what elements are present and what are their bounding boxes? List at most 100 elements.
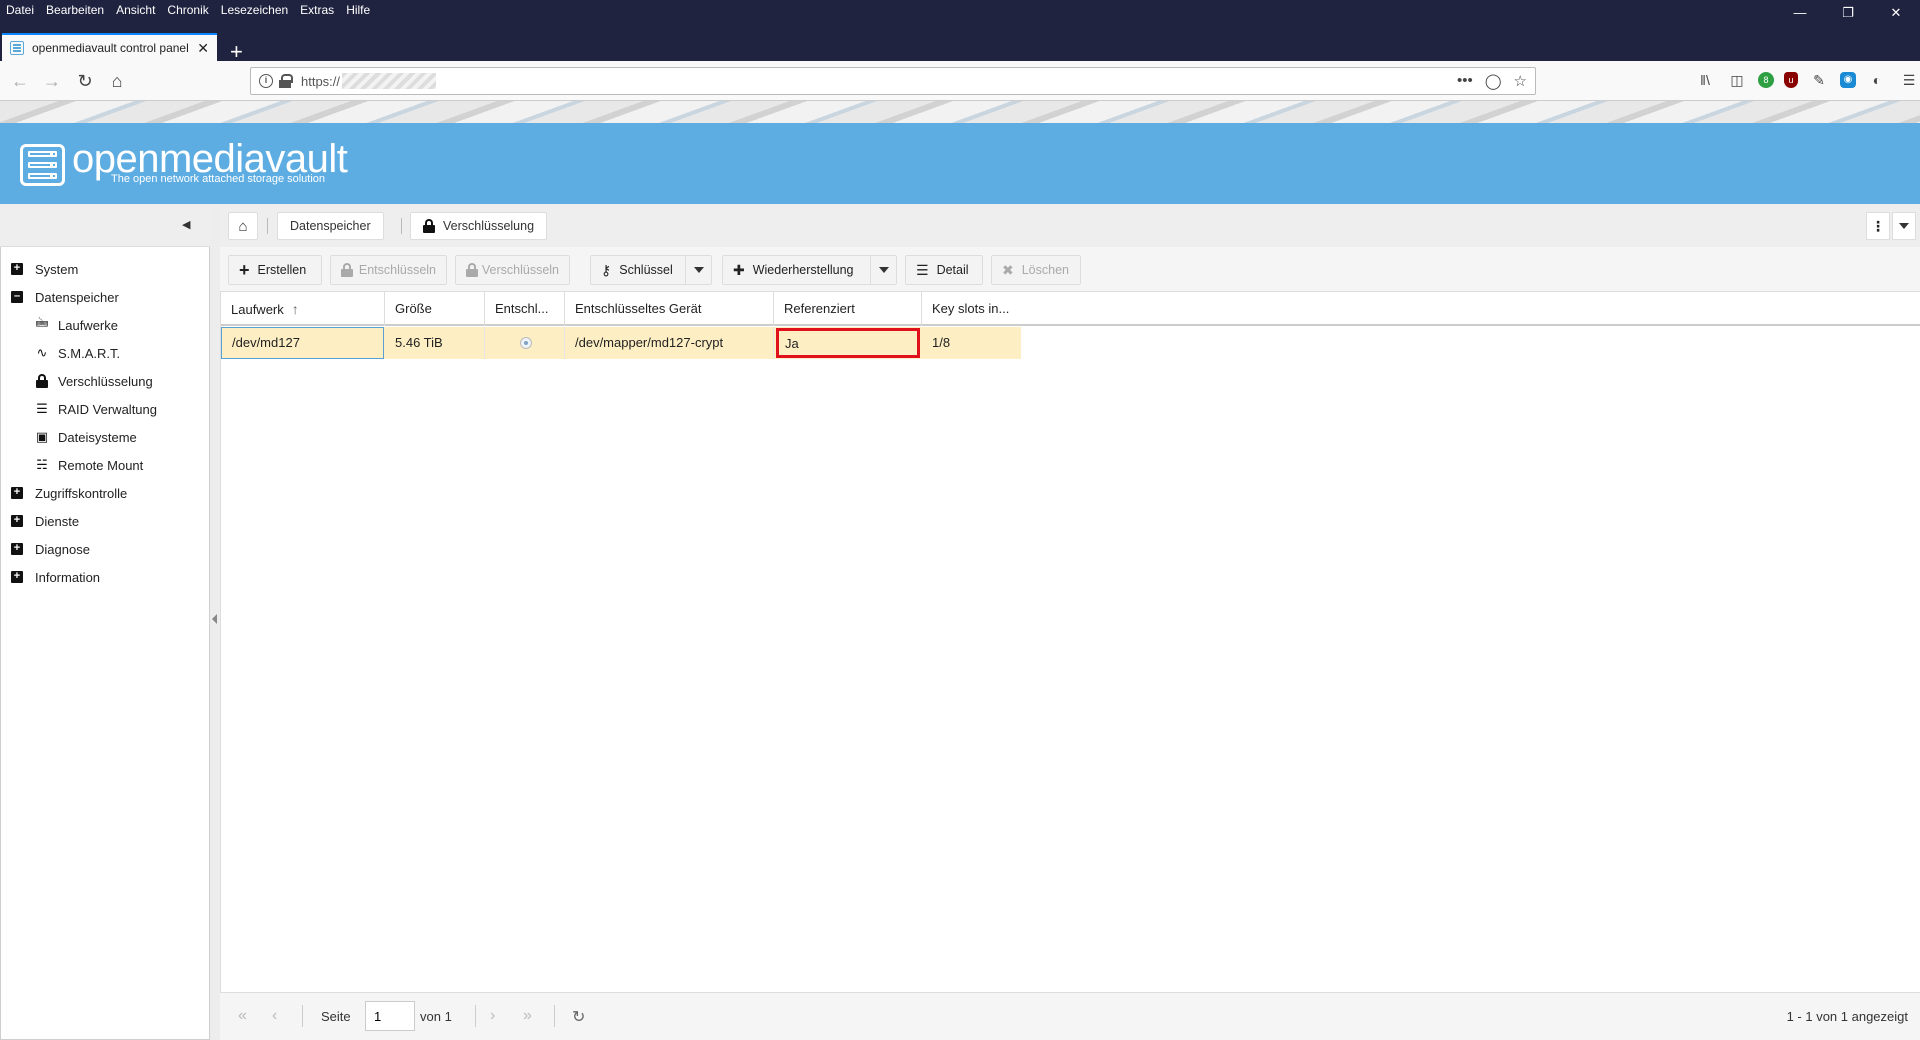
next-page-icon[interactable]: › <box>490 1007 495 1025</box>
forward-icon[interactable]: → <box>40 69 64 93</box>
info-icon[interactable]: i <box>259 74 273 88</box>
key-button[interactable]: ⚷ Schlüssel <box>590 255 712 285</box>
page-actions-icon[interactable]: ••• <box>1457 72 1473 90</box>
unlock-label: Entschlüsseln <box>358 263 436 277</box>
grid-toolbar: + Erstellen Entschlüsseln Verschlüsseln … <box>220 247 1920 292</box>
nav-item-information[interactable]: + Information <box>1 563 209 591</box>
column-header-entschluesseltes-geraet[interactable]: Entschlüsseltes Gerät <box>565 292 774 326</box>
restore-button[interactable]: ✚ Wiederherstellung <box>722 255 897 285</box>
column-header-referenziert[interactable]: Referenziert <box>774 292 922 326</box>
lock-icon <box>35 374 49 388</box>
nav-item-datenspeicher[interactable]: – Datenspeicher <box>1 283 209 311</box>
expand-icon[interactable]: + <box>11 515 23 527</box>
cell-unlocked[interactable] <box>485 327 565 359</box>
column-label: Entschlüsseltes Gerät <box>575 301 702 316</box>
omv-header: openmediavault The open network attached… <box>0 123 1920 204</box>
insecure-lock-icon[interactable] <box>279 74 293 88</box>
home-icon: ⌂ <box>238 217 248 235</box>
menu-bearbeiten[interactable]: Bearbeiten <box>40 3 110 17</box>
cell-size[interactable]: 5.46 TiB <box>385 327 485 359</box>
collapse-left-icon[interactable]: ◀ <box>182 218 192 232</box>
reload-icon[interactable]: ↻ <box>73 69 97 93</box>
breadcrumb-verschluesselung[interactable]: Verschlüsselung <box>410 212 548 240</box>
splitter-grip-icon[interactable] <box>212 614 217 624</box>
column-header-laufwerk[interactable]: Laufwerk ↑ <box>221 292 385 326</box>
cell-referenced[interactable]: Ja <box>776 328 920 358</box>
chevron-down-icon <box>878 267 889 273</box>
column-label: Referenziert <box>784 301 855 316</box>
paging-toolbar: « ‹ Seite von 1 › » ↻ 1 - 1 von 1 angeze… <box>220 992 1920 1040</box>
detail-button[interactable]: ☰ Detail <box>905 255 983 285</box>
panel-splitter[interactable] <box>210 204 220 1040</box>
nav-item-laufwerke[interactable]: 🖮 Laufwerke <box>1 311 209 339</box>
nav-item-remote-mount[interactable]: ☵ Remote Mount <box>1 451 209 479</box>
sidebar-icon[interactable]: ◫ <box>1726 69 1748 91</box>
paging-summary: 1 - 1 von 1 angezeigt <box>1786 1009 1908 1024</box>
library-icon[interactable]: ‖\ <box>1694 69 1716 91</box>
key-label: Schlüssel <box>619 263 673 277</box>
first-page-icon[interactable]: « <box>238 1007 247 1025</box>
delete-button[interactable]: ✖ Löschen <box>991 255 1081 285</box>
back-icon[interactable]: ← <box>8 69 32 93</box>
browser-tab[interactable]: openmediavault control panel ✕ <box>2 33 217 61</box>
ublock-icon[interactable]: u <box>1784 72 1798 88</box>
expand-icon[interactable]: + <box>11 571 23 583</box>
nav-item-diagnose[interactable]: + Diagnose <box>1 535 209 563</box>
cell-key-slots[interactable]: 1/8 <box>922 327 1021 359</box>
more-options-button[interactable]: ⋮ <box>1866 212 1890 240</box>
bookmark-star-icon[interactable]: ☆ <box>1514 72 1527 90</box>
menu-hilfe[interactable]: Hilfe <box>340 3 376 17</box>
extension-green-icon[interactable]: 8 <box>1758 72 1774 88</box>
menu-extras[interactable]: Extras <box>294 3 340 17</box>
pocket-icon[interactable]: ◯ <box>1485 72 1502 90</box>
expand-icon[interactable]: + <box>11 487 23 499</box>
hamburger-menu-icon[interactable]: ☰ <box>1898 69 1920 91</box>
menu-chronik[interactable]: Chronik <box>161 3 214 17</box>
menu-datei[interactable]: Datei <box>0 3 40 17</box>
nav-item-verschluesselung[interactable]: Verschlüsselung <box>1 367 209 395</box>
key-dropdown[interactable] <box>685 256 711 284</box>
extension-pen-icon[interactable]: ✎ <box>1808 69 1830 91</box>
column-header-groesse[interactable]: Größe <box>385 292 485 326</box>
options-dropdown-button[interactable] <box>1892 212 1916 240</box>
nav-item-raid[interactable]: ☰ RAID Verwaltung <box>1 395 209 423</box>
column-header-key-slots[interactable]: Key slots in... <box>922 292 1022 326</box>
network-icon: ☵ <box>36 457 48 472</box>
column-header-entschluesselt[interactable]: Entschl... <box>485 292 565 326</box>
expand-icon[interactable]: + <box>11 543 23 555</box>
nav-item-label: Datenspeicher <box>35 289 119 305</box>
create-button[interactable]: + Erstellen <box>228 255 322 285</box>
url-bar[interactable]: i https:// ••• ◯ ☆ <box>250 67 1536 95</box>
prev-page-icon[interactable]: ‹ <box>272 1007 277 1025</box>
nav-item-system[interactable]: + System <box>1 255 209 283</box>
app-subtitle: The open network attached storage soluti… <box>111 173 326 185</box>
extension-circle-icon[interactable]: ◐ <box>1866 69 1888 91</box>
page-number-input[interactable] <box>365 1001 415 1031</box>
lock-button[interactable]: Verschlüsseln <box>455 255 570 285</box>
restore-dropdown[interactable] <box>870 256 896 284</box>
nav-item-dateisysteme[interactable]: ▣ Dateisysteme <box>1 423 209 451</box>
extension-blue-icon[interactable]: ◉ <box>1840 72 1856 88</box>
menu-ansicht[interactable]: Ansicht <box>110 3 161 17</box>
tab-title: openmediavault control panel <box>32 41 189 55</box>
nav-item-smart[interactable]: ∿ S.M.A.R.T. <box>1 339 209 367</box>
refresh-icon[interactable]: ↻ <box>572 1007 585 1027</box>
tab-close-icon[interactable]: ✕ <box>197 40 209 57</box>
nav-item-dienste[interactable]: + Dienste <box>1 507 209 535</box>
cell-decrypted-device[interactable]: /dev/mapper/md127-crypt <box>565 327 774 359</box>
browser-theme-strip <box>0 101 1920 123</box>
lock-label: Verschlüsseln <box>481 263 559 277</box>
expand-icon[interactable]: + <box>11 263 23 275</box>
breadcrumb-home[interactable]: ⌂ <box>228 212 258 240</box>
menu-lesezeichen[interactable]: Lesezeichen <box>215 3 294 17</box>
home-icon[interactable]: ⌂ <box>105 69 129 93</box>
nav-item-zugriffskontrolle[interactable]: + Zugriffskontrolle <box>1 479 209 507</box>
nav-item-label: S.M.A.R.T. <box>58 345 121 361</box>
table-row[interactable]: /dev/md127 5.46 TiB /dev/mapper/md127-cr… <box>221 327 1021 359</box>
collapse-icon[interactable]: – <box>11 291 23 303</box>
last-page-icon[interactable]: » <box>523 1007 532 1025</box>
new-tab-icon[interactable]: + <box>230 41 243 63</box>
breadcrumb-datenspeicher[interactable]: Datenspeicher <box>277 212 384 240</box>
unlock-button[interactable]: Entschlüsseln <box>330 255 447 285</box>
cell-device[interactable]: /dev/md127 <box>221 327 384 359</box>
